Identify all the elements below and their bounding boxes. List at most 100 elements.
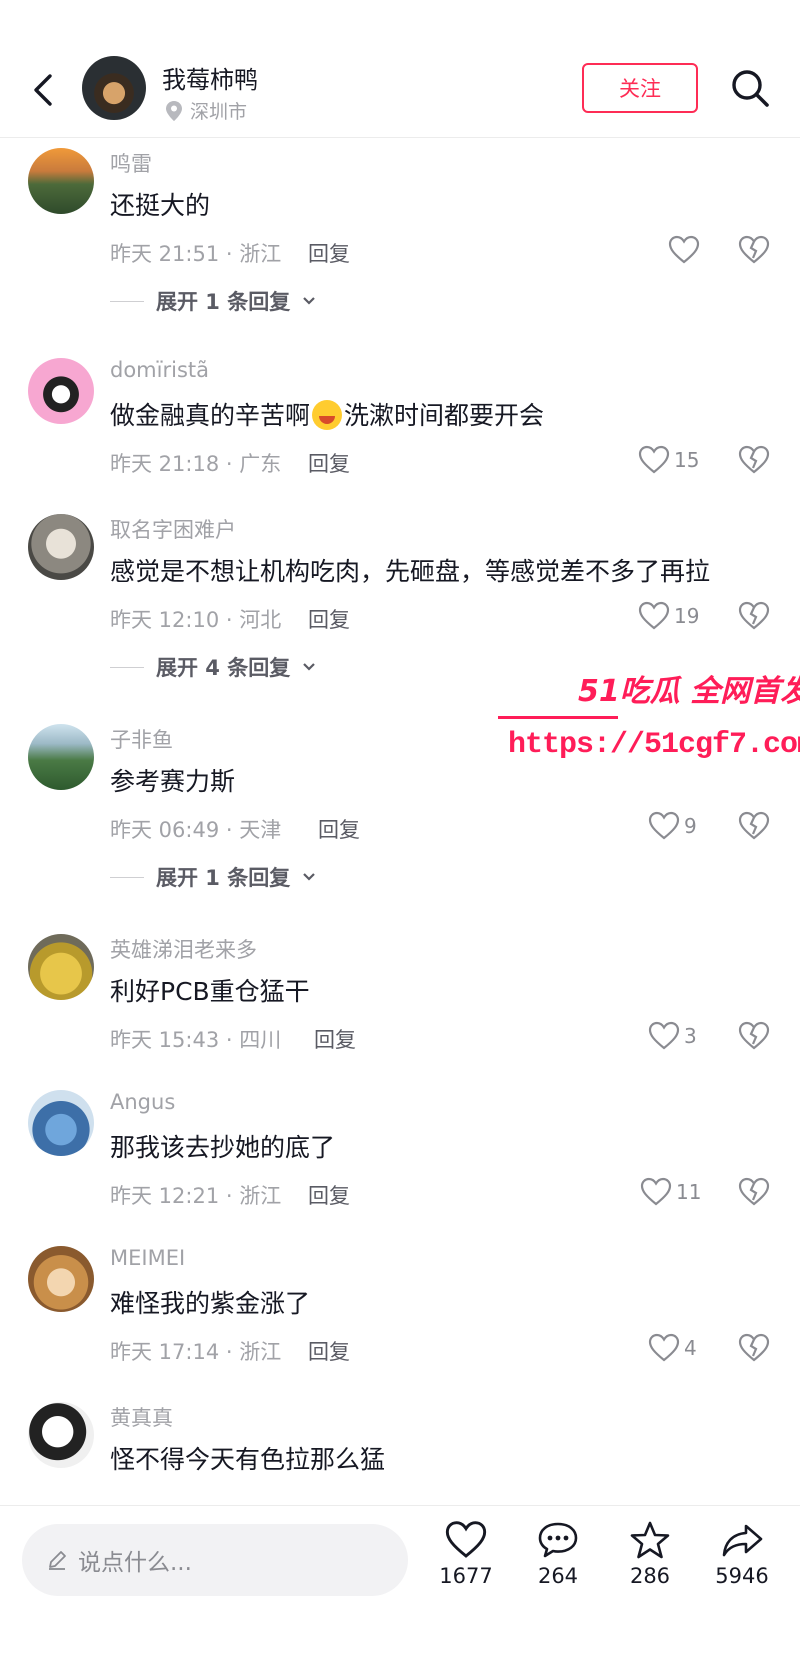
comment-text-part: 做金融真的辛苦啊 [110,401,311,430]
divider [110,300,144,302]
author-location: 深圳市 [166,97,247,124]
heart-icon [445,1521,487,1558]
reply-button[interactable]: 回复 [318,814,360,844]
like-button[interactable]: 11 [640,1176,701,1208]
commenter-avatar[interactable] [28,1246,94,1312]
share-total: 5946 [715,1564,769,1588]
pencil-icon [49,1551,66,1570]
comment-text: 利好PCB重仓猛干 [110,977,310,1006]
like-action[interactable]: 1677 [426,1520,506,1588]
expand-replies-label: 展开 1 条回复 [156,866,291,890]
like-button[interactable] [668,234,700,266]
search-icon[interactable] [728,66,772,110]
dislike-icon[interactable] [738,1020,770,1052]
commenter-name[interactable]: 英雄涕泪老来多 [110,934,257,964]
commenter-name[interactable]: 黄真真 [110,1402,173,1432]
chevron-down-icon [303,297,316,305]
commenter-name[interactable]: 子非鱼 [110,724,173,754]
comment-total: 264 [537,1564,579,1588]
commenter-name[interactable]: domïristã [110,358,209,382]
heart-icon [648,811,680,840]
commenter-avatar[interactable] [28,358,94,424]
share-action[interactable]: 5946 [702,1520,782,1588]
commenter-name[interactable]: 取名字困难户 [110,514,236,544]
reply-button[interactable]: 回复 [308,448,350,478]
back-arrow-icon[interactable] [26,68,60,112]
heart-icon [640,1177,672,1206]
heart-icon [648,1021,680,1050]
comment-text: 怪不得今天有色拉那么猛 [110,1445,386,1474]
comment-text: 还挺大的 [110,191,211,220]
laughing-crying-emoji-icon [312,400,343,430]
expand-replies-label: 展开 1 条回复 [156,290,291,314]
commenter-avatar[interactable] [28,934,94,1000]
like-count: 19 [674,604,700,628]
comment-time-location: 昨天 21:51 · 浙江 [110,242,282,266]
like-count: 4 [684,1336,697,1360]
expand-replies[interactable]: 展开 1 条回复 [110,286,316,316]
reply-button[interactable]: 回复 [308,238,350,268]
like-button[interactable]: 4 [648,1332,697,1364]
dislike-icon[interactable] [738,1332,770,1364]
comment-time-location: 昨天 21:18 · 广东 [110,452,282,476]
dislike-icon[interactable] [738,444,770,476]
commenter-name[interactable]: 鸣雷 [110,148,152,178]
favorite-action[interactable]: 286 [610,1520,690,1588]
favorite-total: 286 [629,1564,671,1588]
like-count: 9 [684,814,697,838]
heart-icon [648,1333,680,1362]
commenter-avatar[interactable] [28,724,94,790]
commenter-avatar[interactable] [28,1402,94,1468]
watermark-line [498,716,618,719]
comment-text: 参考赛力斯 [110,767,236,796]
dislike-icon[interactable] [738,234,770,266]
reply-button[interactable]: 回复 [308,1336,350,1366]
expand-replies[interactable]: 展开 4 条回复 [110,652,316,682]
heart-icon [638,601,670,630]
divider [110,666,144,668]
like-count: 15 [674,448,700,472]
comment-time-location: 昨天 17:14 · 浙江 [110,1340,282,1364]
location-pin-icon [166,100,182,121]
comment-text: 难怪我的紫金涨了 [110,1289,311,1318]
share-arrow-icon [722,1524,763,1557]
comment-input[interactable]: 说点什么... [22,1524,408,1596]
like-button[interactable]: 19 [638,600,699,632]
watermark-url: https://51cgf7.com [508,728,800,762]
top-bar: 我莓柿鸭 深圳市 关注 [0,0,800,138]
dislike-icon[interactable] [738,600,770,632]
watermark-title: 51吃瓜 全网首发 [578,674,800,709]
like-button[interactable]: 3 [648,1020,697,1052]
reply-button[interactable]: 回复 [308,604,350,634]
reply-button[interactable]: 回复 [308,1180,350,1210]
comment-time-location: 昨天 12:10 · 河北 [110,608,282,632]
like-button[interactable]: 9 [648,810,697,842]
commenter-name[interactable]: MEIMEI [110,1246,185,1270]
comment-text: 感觉是不想让机构吃肉，先砸盘，等感觉差不多了再拉 [110,557,711,586]
chevron-down-icon [303,663,316,671]
author-name[interactable]: 我莓柿鸭 [162,60,258,95]
comment-text-part: 洗漱时间都要开会 [344,401,545,430]
divider [110,876,144,878]
author-avatar[interactable] [82,56,146,120]
expand-replies[interactable]: 展开 1 条回复 [110,862,316,892]
commenter-name[interactable]: Angus [110,1090,175,1114]
bottom-bar: 说点什么... 1677 264 286 5946 [0,1505,800,1655]
like-button[interactable]: 15 [638,444,699,476]
reply-button[interactable]: 回复 [314,1024,356,1054]
heart-icon [668,235,700,264]
commenter-avatar[interactable] [28,1090,94,1156]
dislike-icon[interactable] [738,810,770,842]
commenter-avatar[interactable] [28,514,94,580]
like-count: 3 [684,1024,697,1048]
star-icon [630,1521,670,1559]
dislike-icon[interactable] [738,1176,770,1208]
comment-time-location: 昨天 15:43 · 四川 [110,1028,282,1052]
comment-action[interactable]: 264 [518,1520,598,1588]
comment-time-location: 昨天 12:21 · 浙江 [110,1184,282,1208]
follow-button[interactable]: 关注 [582,63,698,113]
commenter-avatar[interactable] [28,148,94,214]
comment-time-location: 昨天 06:49 · 天津 [110,818,282,842]
comment-text: 做金融真的辛苦啊 洗漱时间都要开会 [110,396,544,432]
comment-bubble-icon [538,1522,578,1558]
